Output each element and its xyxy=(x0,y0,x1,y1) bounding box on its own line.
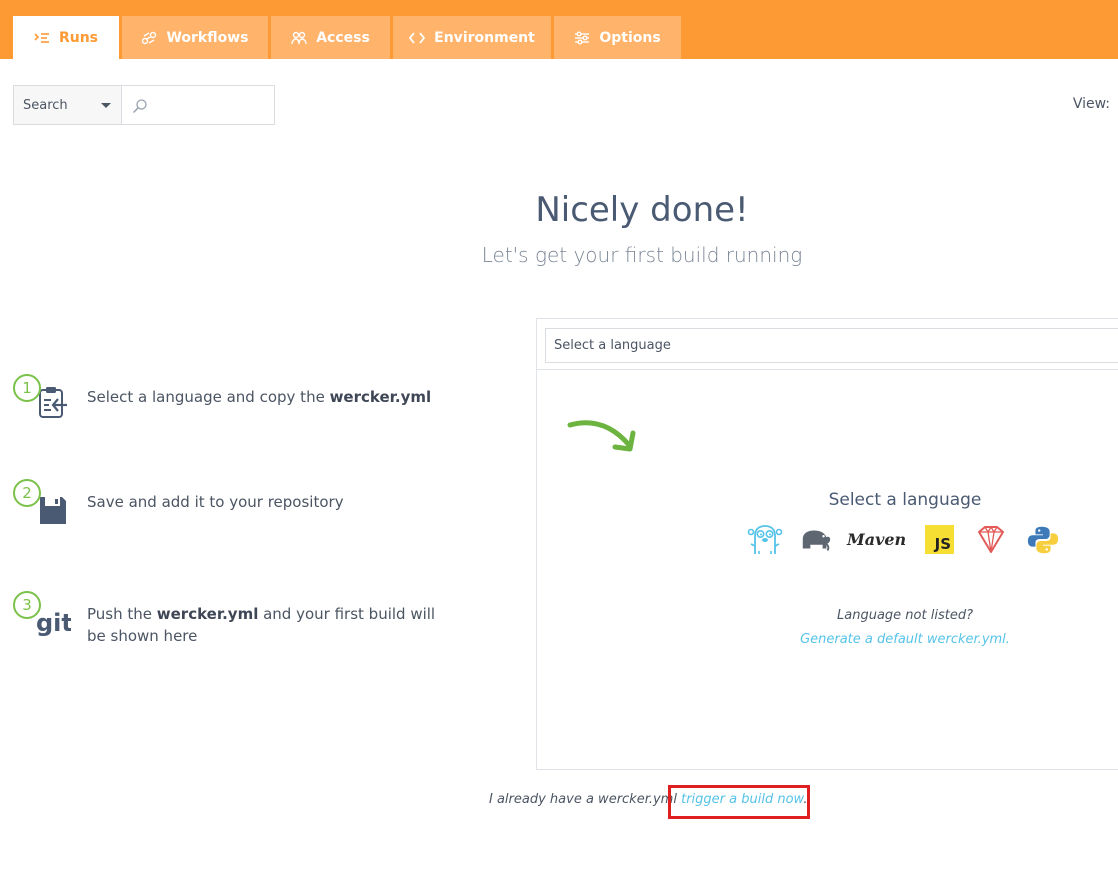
language-select-value: Select a language xyxy=(554,338,671,353)
tab-options-label: Options xyxy=(599,29,661,46)
gradle-elephant-icon[interactable] xyxy=(799,524,833,556)
sliders-icon xyxy=(575,31,590,44)
footer-note: I already have a wercker.yml trigger a b… xyxy=(489,792,808,807)
top-tab-bar: Runs Workflows Access Environment Option… xyxy=(0,0,1118,59)
tab-access[interactable]: Access xyxy=(271,16,390,59)
step-1-text: Select a language and copy the wercker.y… xyxy=(87,388,432,406)
language-panel-title: Select a language xyxy=(828,490,982,510)
access-icon xyxy=(291,31,307,44)
page-subtitle: Let's get your first build running xyxy=(481,243,803,267)
tab-options[interactable]: Options xyxy=(554,16,681,59)
step-1: 1 Select a language and copy the wercker… xyxy=(13,374,463,434)
tab-environment[interactable]: Environment xyxy=(393,16,551,59)
javascript-icon[interactable]: JS xyxy=(925,525,954,554)
trigger-build-link[interactable]: trigger a build now xyxy=(681,792,803,807)
view-label: View: xyxy=(1072,96,1110,112)
tab-workflows[interactable]: Workflows xyxy=(122,16,268,59)
python-icon[interactable] xyxy=(1026,524,1060,556)
search-icon xyxy=(132,99,147,114)
tab-runs-label: Runs xyxy=(58,29,99,46)
language-not-listed-text: Language not listed? xyxy=(837,608,973,623)
language-panel: Select a language Select a language Mave… xyxy=(536,318,1118,770)
search-type-value: Search xyxy=(23,97,68,113)
step-2-text: Save and add it to your repository xyxy=(87,493,344,511)
panel-divider xyxy=(537,369,1118,370)
step-2: 2 Save and add it to your repository xyxy=(13,479,463,539)
search-field[interactable] xyxy=(121,85,275,125)
step-3-text: Push the wercker.yml and your first buil… xyxy=(87,605,436,645)
workflows-icon xyxy=(142,31,157,44)
chevron-down-icon xyxy=(101,103,111,108)
tab-environment-label: Environment xyxy=(434,29,535,46)
ruby-icon[interactable] xyxy=(973,524,1009,556)
go-gopher-icon[interactable] xyxy=(747,524,783,556)
footer-text: I already have a wercker.yml xyxy=(489,792,677,807)
search-type-select[interactable]: Search xyxy=(13,85,122,125)
page-title: Nicely done! xyxy=(535,190,749,230)
search-input[interactable] xyxy=(154,94,270,116)
step-number: 3 xyxy=(13,591,41,619)
runs-icon xyxy=(34,32,49,43)
curved-arrow-icon xyxy=(567,420,636,452)
language-icon-list: Maven JS xyxy=(747,524,1067,558)
step-number: 2 xyxy=(13,479,41,507)
maven-icon[interactable]: Maven xyxy=(847,527,909,559)
generate-default-yml-link[interactable]: Generate a default wercker.yml. xyxy=(755,632,1055,647)
tab-access-label: Access xyxy=(316,29,370,46)
language-select[interactable]: Select a language xyxy=(545,328,1118,363)
svg-text:git: git xyxy=(36,609,71,637)
step-number: 1 xyxy=(13,374,41,402)
tab-workflows-label: Workflows xyxy=(166,29,249,46)
tab-runs[interactable]: Runs xyxy=(13,16,119,59)
step-3: 3 git Push the wercker.yml and your firs… xyxy=(13,591,463,661)
code-icon xyxy=(409,31,426,44)
